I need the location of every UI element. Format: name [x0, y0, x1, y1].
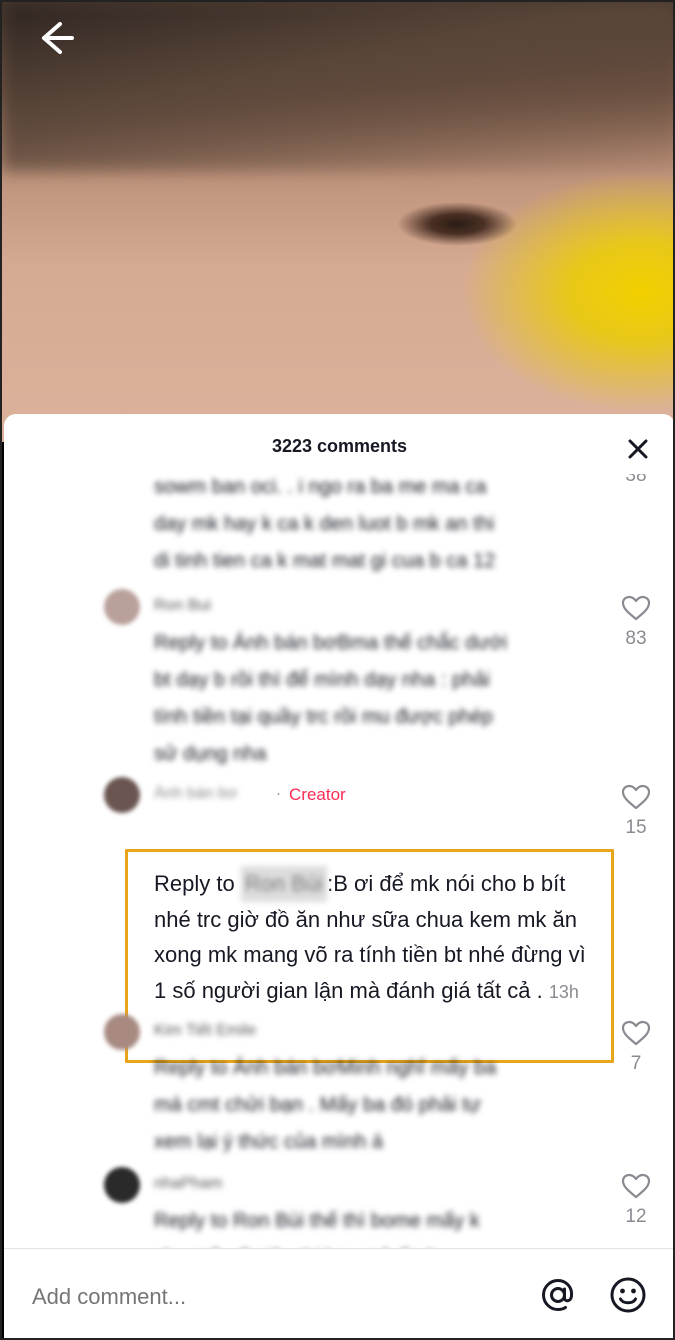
like-count: 15	[625, 817, 647, 838]
video-hair-shade	[2, 2, 673, 172]
heart-outline-icon	[621, 595, 651, 621]
avatar[interactable]	[104, 1167, 140, 1203]
heart-outline-icon	[621, 784, 651, 810]
reply-prefix: Reply to	[154, 871, 241, 896]
commenter-name[interactable]: nhaPham	[154, 1175, 223, 1193]
comment-item: Kim Tiết Emile Reply to Ánh bán bơMinh n…	[4, 1014, 673, 1164]
comment-count: 3223 comments	[271, 436, 408, 456]
smiley-icon	[610, 1277, 646, 1313]
comments-header: 3223 comments	[4, 414, 673, 480]
comment-item: sowm ban oci. . i ngo ra ba me ma ca day…	[4, 474, 673, 579]
like-button[interactable]: 38	[621, 474, 651, 487]
heart-outline-icon	[621, 1020, 651, 1046]
at-sign-icon	[541, 1278, 574, 1312]
creator-name[interactable]: Ánh bán bơ	[154, 785, 237, 803]
heart-outline-icon	[621, 1173, 651, 1199]
back-button[interactable]	[32, 18, 80, 58]
like-button[interactable]: 15	[621, 784, 651, 839]
like-button[interactable]: 7	[621, 1020, 651, 1075]
comments-sheet: 3223 comments sowm ban oci. . i ngo ra b…	[4, 414, 673, 1338]
creator-comment-text: Reply to Ron Bùi:B ơi để mk nói cho b bí…	[154, 866, 604, 1010]
comment-text: Reply to Ron Bùi thế thì bome mấy k chu …	[154, 1210, 480, 1252]
reply-mention[interactable]: Ron Bùi	[240, 866, 328, 902]
comment-time: 13h	[548, 981, 579, 1002]
app-frame: 3223 comments sowm ban oci. . i ngo ra b…	[0, 0, 675, 1340]
close-button[interactable]	[625, 436, 651, 462]
comment-list[interactable]: sowm ban oci. . i ngo ra ba me ma ca day…	[4, 474, 673, 1252]
comment-text: Reply to Ánh bán bơMinh nghĩ mấy ba má c…	[154, 1057, 497, 1153]
like-count: 38	[625, 474, 647, 486]
comment-item: nhaPham Reply to Ron Bùi thế thì bome mấ…	[4, 1167, 673, 1252]
mention-button[interactable]	[538, 1275, 578, 1315]
like-button[interactable]: 12	[621, 1173, 651, 1228]
comment-composer	[4, 1248, 673, 1338]
like-count: 83	[625, 628, 647, 649]
separator-dot: ·	[276, 785, 281, 802]
like-count: 12	[625, 1206, 647, 1227]
avatar[interactable]	[104, 589, 140, 625]
commenter-name[interactable]: Kim Tiết Emile	[154, 1022, 256, 1040]
avatar[interactable]	[104, 1014, 140, 1050]
comment-text: sowm ban oci. . i ngo ra ba me ma ca day…	[154, 476, 496, 572]
like-count: 7	[630, 1053, 642, 1074]
creator-avatar[interactable]	[104, 777, 140, 813]
close-icon	[628, 439, 648, 459]
commenter-name[interactable]: Ron Bui	[154, 597, 211, 615]
creator-badge: Creator	[289, 785, 346, 804]
video-background[interactable]	[2, 2, 673, 442]
like-button[interactable]: 83	[621, 595, 651, 650]
arrow-left-icon	[42, 22, 74, 54]
comment-text: Reply to Ánh bán bơBma thế chắc dưới bt …	[154, 632, 508, 765]
comment-item: Ron Bui Reply to Ánh bán bơBma thế chắc …	[4, 589, 673, 769]
emoji-button[interactable]	[608, 1275, 648, 1315]
add-comment-input[interactable]	[30, 1279, 504, 1315]
